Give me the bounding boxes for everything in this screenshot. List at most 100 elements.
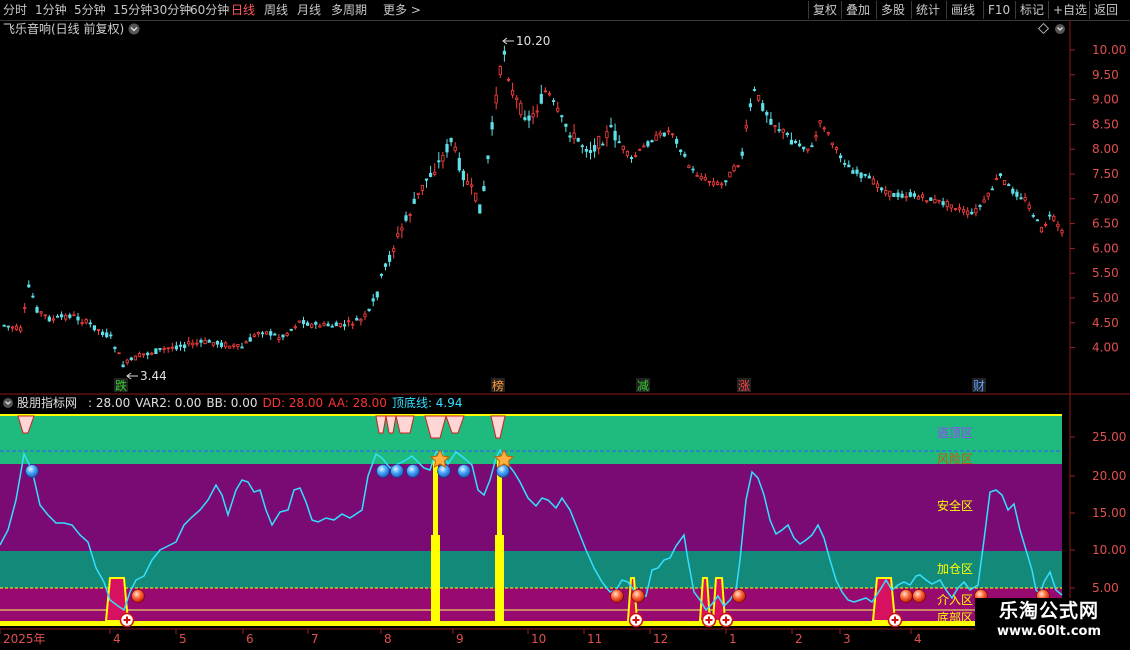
candle-body (506, 78, 511, 81)
candle-body (748, 103, 753, 108)
period-tab[interactable]: 30分钟 (152, 1, 191, 19)
candle-body (875, 183, 880, 188)
candle-body (998, 173, 1003, 177)
date-tick-label: 5 (179, 632, 187, 646)
candle-body (552, 100, 556, 102)
toolbar-button[interactable]: +自选 (1048, 1, 1091, 19)
candle-body (978, 205, 982, 208)
event-marker-label[interactable]: 跌 (115, 378, 127, 393)
candle-body (260, 332, 265, 335)
candle-body (543, 90, 548, 93)
toolbar-button[interactable]: 多股 (876, 1, 909, 19)
period-tab[interactable]: 5分钟 (74, 1, 106, 19)
candle-body (830, 142, 835, 146)
indicator-name[interactable]: 股朋指标网 (17, 395, 77, 410)
candle-body (355, 318, 359, 321)
candle-body (547, 93, 552, 96)
buy-signal-ball (899, 589, 913, 603)
candle-body (383, 263, 388, 267)
price-tick-label: 6.00 (1092, 241, 1119, 255)
candle-body (1011, 188, 1015, 194)
candle-body (502, 50, 507, 55)
panel-menu-icon[interactable] (1055, 24, 1065, 34)
candle-body (133, 355, 137, 361)
candle-body (806, 148, 810, 151)
period-tab[interactable]: 15分钟 (113, 1, 152, 19)
candle-body (207, 340, 211, 343)
candle-body (1023, 197, 1027, 201)
candle-body (666, 130, 671, 133)
candle-body (658, 132, 662, 136)
toolbar-button[interactable]: 复权 (808, 1, 841, 19)
sell-signal-ball (376, 464, 390, 478)
candle-body (523, 117, 527, 120)
period-tab[interactable]: 月线 (297, 1, 321, 19)
indicator-menu-icon[interactable] (3, 398, 13, 408)
period-tab[interactable]: 分时 (3, 1, 27, 19)
date-axis: 2025年 4 5 6 7 8 9 10 11 12 1 2 3 4 (0, 628, 1070, 646)
diamond-icon[interactable] (1037, 22, 1050, 35)
toolbar-button[interactable]: 返回 (1089, 1, 1122, 19)
period-tab[interactable]: 日线 (231, 1, 255, 19)
candle-body (43, 314, 47, 317)
toolbar-button[interactable]: 标记 (1015, 1, 1048, 19)
title-dropdown-icon[interactable] (128, 23, 140, 35)
candle-body (584, 148, 589, 152)
candle-body (121, 364, 125, 368)
candle-body (289, 328, 293, 331)
period-tab[interactable]: 周线 (264, 1, 288, 19)
event-markers: 跌榜减涨财 (114, 378, 986, 393)
candle-body (871, 178, 876, 185)
candle-body (281, 334, 285, 338)
candle-body (105, 332, 109, 338)
buy-signal-ball (610, 589, 624, 603)
candle-body (699, 176, 703, 180)
date-tick-label: 4 (113, 632, 121, 646)
candle-body (334, 322, 338, 327)
candle-body (765, 112, 769, 116)
candle-body (363, 313, 367, 318)
candle-body (781, 128, 785, 133)
toolbar-button[interactable]: 统计 (911, 1, 944, 19)
period-toolbar: 分时 1分钟 5分钟 15分钟 30分钟 60分钟 日线 周线 月线 多周期 更多 > 复权 叠加 多股… (0, 0, 1130, 21)
candle-body (31, 295, 35, 298)
candle-body (146, 352, 150, 356)
event-marker-label[interactable]: 减 (637, 379, 649, 393)
candle-body (191, 342, 195, 346)
candle-body (137, 353, 142, 358)
event-marker-label[interactable]: 财 (973, 379, 985, 393)
candle-body (880, 187, 884, 191)
buy-signal-ball (131, 589, 145, 603)
candle-body (691, 168, 695, 171)
candle-body (962, 209, 966, 213)
candle-body (461, 170, 466, 181)
candle-body (810, 145, 814, 148)
candle-body (638, 148, 642, 151)
candle-body (101, 331, 105, 336)
indicator-tick-label: 25.00 (1092, 430, 1126, 444)
sell-signal-ball (25, 464, 39, 478)
period-tab[interactable]: 多周期 (331, 1, 367, 19)
period-tab[interactable]: 更多 > (383, 1, 421, 19)
toolbar-button[interactable]: 画线 (946, 1, 979, 19)
candle-body (248, 337, 252, 342)
candle-body (170, 346, 174, 349)
toolbar-button[interactable]: F10 (983, 1, 1014, 19)
candle-body (39, 311, 43, 314)
candle-body (223, 342, 228, 348)
high-price-label: 10.20 (516, 34, 550, 48)
candle-body (60, 314, 64, 318)
candle-body (27, 284, 31, 288)
toolbar-button[interactable]: 叠加 (841, 1, 874, 19)
candle-body (285, 332, 289, 336)
candle-body (92, 325, 96, 331)
event-marker-label[interactable]: 榜 (492, 378, 504, 393)
event-marker-label[interactable]: 涨 (738, 378, 750, 393)
candle-body (117, 352, 121, 355)
period-tab[interactable]: 1分钟 (35, 1, 67, 19)
candle-body (68, 314, 72, 318)
candle-body (572, 132, 576, 140)
candle-body (240, 346, 244, 349)
period-tab[interactable]: 60分钟 (190, 1, 229, 19)
candle-body (785, 132, 789, 136)
